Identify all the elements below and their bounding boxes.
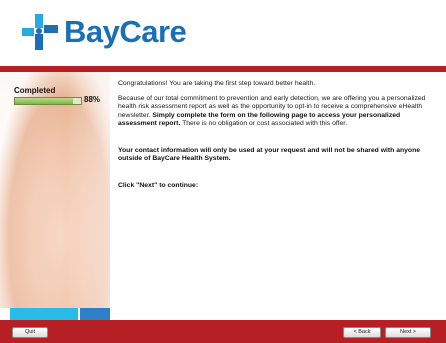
progress-fill <box>15 98 74 104</box>
back-button[interactable]: < Back <box>343 327 381 338</box>
progress-percent: 88% <box>84 95 101 104</box>
decorative-blocks <box>0 308 446 320</box>
brand-name: BayCare <box>64 14 187 49</box>
quit-button[interactable]: Quit <box>12 327 48 338</box>
cyan-block <box>10 308 78 320</box>
completed-label: Completed <box>14 86 56 95</box>
blue-block <box>80 308 110 320</box>
hero-image-shade <box>0 72 110 308</box>
header: BayCare <box>0 0 446 66</box>
offer-text: Because of our total commitment to preve… <box>118 95 426 127</box>
cross-icon <box>22 14 58 50</box>
next-button[interactable]: Next > <box>385 327 431 338</box>
progress-bar <box>14 97 82 105</box>
intro-text: Congratulations! You are taking the firs… <box>118 80 316 87</box>
continue-instruction: Click "Next" to continue: <box>118 182 199 190</box>
main-content: Congratulations! You are taking the firs… <box>118 80 430 198</box>
privacy-text: Your contact information will only be us… <box>118 147 420 163</box>
baycare-logo: BayCare <box>22 12 187 52</box>
